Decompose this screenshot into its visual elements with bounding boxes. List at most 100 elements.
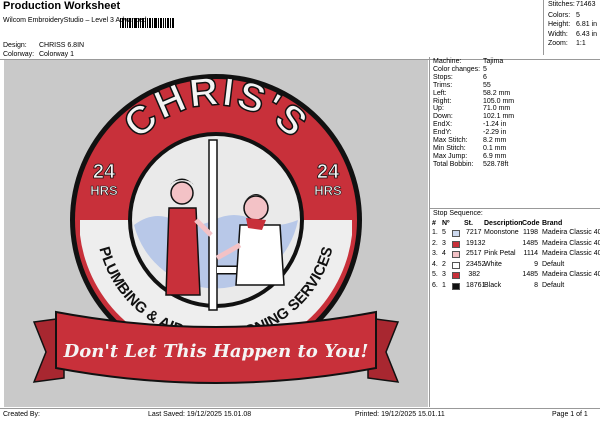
- machine-info-value: 71.0 mm: [483, 105, 511, 113]
- right-24-label: 24: [317, 161, 340, 183]
- created-by: Created By:: [3, 411, 40, 418]
- machine-info-label: Left:: [433, 89, 447, 97]
- stop-stitches: 18761: [466, 281, 486, 289]
- summary-row: Width: 6.43 in: [548, 31, 598, 38]
- machine-info-row: Up: 71.0 mm: [433, 105, 510, 112]
- machine-info-value: 6.9 mm: [483, 152, 507, 160]
- machine-info-row: Color changes: 5: [433, 66, 487, 73]
- stop-index: 5.: [432, 271, 438, 278]
- machine-info-row: Max Stitch: 8.2 mm: [433, 137, 506, 144]
- machine-info-value: -1.24 in: [483, 121, 507, 129]
- machine-info-value: 58.2 mm: [483, 89, 511, 97]
- summary-row: Colors: 5: [548, 12, 580, 19]
- design-name-row: Design: CHRISS 6.8IN: [3, 42, 84, 49]
- machine-info-label: Up:: [433, 105, 444, 113]
- machine-info-label: Machine:: [433, 58, 462, 65]
- stop-code: 8: [534, 281, 538, 289]
- machine-info-row: Left: 58.2 mm: [433, 90, 510, 97]
- right-hrs-label: HRS: [314, 183, 342, 198]
- stop-brand: Default: [542, 260, 565, 268]
- stop-brand: Madeira Classic 40: [542, 271, 600, 278]
- stop-sequence-row: 1. 5 7217 Moonstone 1198 Madeira Classic 40: [432, 229, 600, 238]
- machine-info-value: 102.1 mm: [483, 113, 515, 121]
- printed-date: Printed: 19/12/2025 15.01.11: [355, 411, 445, 418]
- machine-info-value: -2.29 in: [483, 129, 507, 137]
- stop-brand: Default: [542, 281, 565, 289]
- stop-needle: 3: [442, 271, 446, 278]
- colorway-label: Colorway:: [3, 51, 35, 58]
- machine-info-value: 528.78ft: [483, 160, 509, 168]
- stop-description: White: [484, 260, 502, 268]
- colorway-value: Colorway 1: [38, 51, 74, 58]
- machine-info-value: 105.0 mm: [483, 97, 515, 105]
- stop-sequence-row: 5. 3 382 1485 Madeira Classic 40: [432, 271, 600, 280]
- pipe-vertical: [208, 139, 218, 311]
- stop-sequence-title: Stop Sequence:: [433, 210, 483, 217]
- machine-info-value: 5: [483, 65, 487, 73]
- machine-info-row: Min Stitch: 0.1 mm: [433, 145, 506, 152]
- slogan-text: Don't Let This Happen to You!: [63, 341, 369, 362]
- stop-description: Pink Petal: [484, 250, 516, 257]
- woman-dress: [165, 207, 201, 296]
- woman-head: [170, 181, 194, 205]
- thread-color-swatch: [452, 230, 460, 237]
- left-hrs-label: HRS: [90, 183, 118, 198]
- stop-description: Black: [484, 281, 502, 289]
- stop-brand: Madeira Classic 40: [542, 239, 600, 247]
- machine-info-row: Total Bobbin: 528.78ft: [433, 161, 508, 168]
- stop-sequence-row: 4. 2 23452 White 9 Default: [432, 261, 600, 270]
- stop-description: Moonstone: [484, 229, 519, 236]
- stop-index: 2.: [432, 239, 438, 247]
- stop-sequence-row: 6. 1 18761 Black 8 Default: [432, 282, 600, 291]
- stop-sequence-row: 2. 3 19132 1485 Madeira Classic 40: [432, 240, 600, 249]
- machine-info-value: Tajima: [483, 58, 504, 65]
- stop-code: 9: [534, 260, 538, 268]
- machine-info-label: Down:: [433, 113, 453, 121]
- stop-code: 1485: [522, 239, 538, 247]
- stop-code: 1114: [523, 250, 538, 257]
- stop-brand: Madeira Classic 40: [542, 229, 600, 236]
- stop-code: 1485: [522, 271, 538, 278]
- machine-info-value: 0.1 mm: [483, 144, 507, 152]
- footer-divider: [0, 408, 600, 409]
- machine-info-row: Stops: 6: [433, 74, 487, 81]
- stop-needle: 1: [442, 281, 446, 289]
- machine-info-label: Max Jump:: [433, 152, 468, 160]
- stop-needle: 4: [442, 250, 446, 257]
- machine-info-label: Total Bobbin:: [433, 160, 474, 168]
- machine-info-row: Right: 105.0 mm: [433, 98, 514, 105]
- left-24-label: 24: [93, 161, 116, 183]
- machine-info-label: Color changes:: [433, 65, 481, 73]
- thread-color-swatch: [452, 251, 460, 258]
- machine-info-label: EndY:: [433, 129, 452, 137]
- page-number: Page 1 of 1: [552, 411, 588, 418]
- machine-info-label: Stops:: [433, 73, 453, 81]
- stop-code: 1198: [522, 229, 538, 236]
- thread-color-swatch: [452, 272, 460, 279]
- barcode-image: [120, 18, 174, 28]
- machine-info-row: Max Jump: 6.9 mm: [433, 153, 506, 160]
- summary-box: Stitches:71463 Colors: 5 Height: 6.81 in W…: [543, 0, 600, 55]
- machine-info-row: EndY: -2.29 in: [433, 129, 506, 136]
- stop-brand: Madeira Classic 40: [542, 250, 600, 257]
- stop-needle: 5: [442, 229, 446, 236]
- machine-info-label: Min Stitch:: [433, 144, 466, 152]
- stop-needle: 2: [442, 260, 446, 268]
- stop-index: 6.: [432, 281, 438, 289]
- thread-color-swatch: [452, 240, 460, 248]
- summary-row: Stitches:71463: [548, 1, 596, 8]
- machine-info-value: 6: [483, 73, 487, 81]
- stop-index: 3.: [432, 250, 438, 257]
- stop-stitches: 382: [468, 271, 480, 278]
- machine-info-value: 55: [483, 81, 491, 89]
- thread-color-swatch: [452, 282, 460, 290]
- machine-info-label: Max Stitch:: [433, 137, 468, 144]
- machine-info-value: 8.2 mm: [483, 137, 507, 144]
- machine-info-label: EndX:: [433, 121, 453, 129]
- stop-index: 4.: [432, 260, 438, 268]
- stop-stitches: 23452: [466, 260, 486, 268]
- thread-color-swatch: [452, 261, 460, 269]
- machine-info-label: Right:: [433, 97, 452, 105]
- machine-info-label: Trims:: [433, 81, 453, 89]
- last-saved: Last Saved: 19/12/2025 15.01.08: [148, 411, 252, 418]
